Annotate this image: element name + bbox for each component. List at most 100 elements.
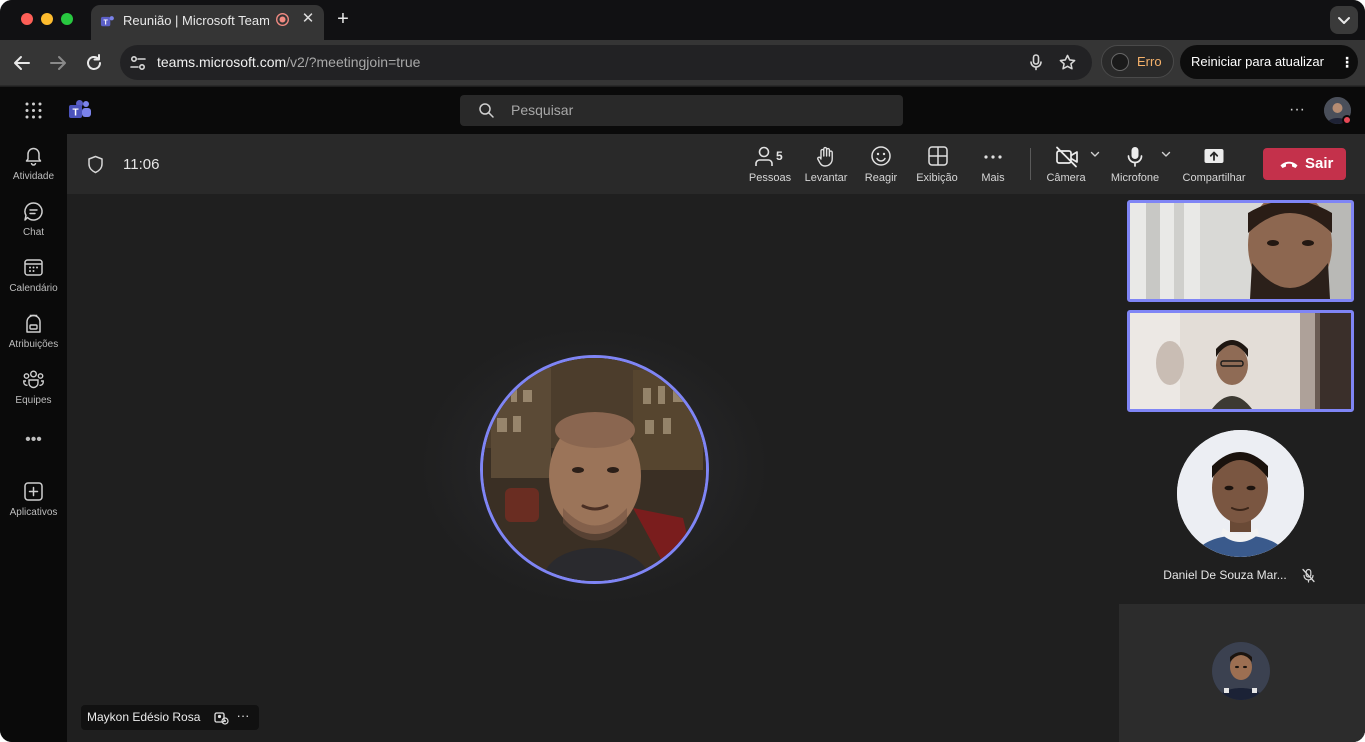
- camera-off-icon: [1056, 146, 1078, 168]
- tab-title: Reunião | Microsoft Teams: [123, 13, 269, 28]
- update-label: Reiniciar para atualizar: [1191, 54, 1324, 69]
- more-horizontal-icon: [984, 155, 1002, 159]
- rail-label: Equipes: [15, 395, 52, 406]
- rail-label: Aplicativos: [9, 507, 58, 518]
- rail-item-chat[interactable]: Chat: [0, 200, 67, 252]
- back-arrow-icon[interactable]: [11, 52, 33, 74]
- rail-item-apps[interactable]: Aplicativos: [0, 480, 67, 532]
- profile-avatar: [1111, 53, 1129, 71]
- site-settings-icon[interactable]: [128, 53, 148, 73]
- more-vertical-icon[interactable]: ⋮: [1340, 53, 1354, 71]
- speaker-name: Maykon Edésio Rosa: [87, 710, 201, 724]
- tool-label: Câmera: [1046, 172, 1086, 184]
- people-button[interactable]: 5 Pessoas: [747, 145, 793, 187]
- microphone-icon[interactable]: [1027, 53, 1045, 71]
- people-count-badge: 5: [776, 149, 783, 163]
- tab-close-icon[interactable]: ✕: [300, 11, 316, 27]
- participant-video-frame: [1130, 313, 1351, 409]
- calendar-icon: [24, 259, 43, 276]
- rail-label: Calendário: [9, 283, 58, 294]
- microphone-icon: [1127, 147, 1143, 167]
- view-button[interactable]: Exibição: [913, 145, 961, 187]
- app-rail: Atividade Chat Calendário Atribuições Eq…: [0, 134, 67, 742]
- participant-gallery: Daniel De Souza Mar...: [1119, 194, 1365, 742]
- profile-error-chip[interactable]: Erro: [1101, 45, 1174, 78]
- speaker-video-frame: [483, 358, 706, 581]
- layout-grid-icon: [928, 146, 948, 166]
- svg-text:T: T: [72, 108, 78, 119]
- chevron-down-icon: [1338, 17, 1350, 24]
- tool-label: Reagir: [864, 172, 898, 184]
- self-preview-tile[interactable]: [1119, 604, 1365, 742]
- url-text: teams.microsoft.com/v2/?meetingjoin=true: [157, 54, 420, 71]
- url-path: /v2/?meetingjoin=true: [286, 54, 421, 70]
- url-host: teams.microsoft.com: [157, 54, 287, 70]
- tool-label: Levantar: [804, 172, 848, 184]
- hang-up-icon: [1280, 161, 1298, 168]
- address-bar[interactable]: teams.microsoft.com/v2/?meetingjoin=true: [120, 45, 1092, 80]
- more-actions-button[interactable]: Mais: [978, 145, 1008, 187]
- tool-label: Exibição: [916, 172, 958, 184]
- recording-indicator-icon: [276, 13, 289, 26]
- participant-more-button[interactable]: ···: [235, 708, 251, 724]
- leave-button[interactable]: Sair: [1263, 148, 1346, 180]
- share-button[interactable]: Compartilhar: [1179, 145, 1249, 187]
- new-tab-button[interactable]: +: [333, 8, 353, 30]
- speaker-name-chip: Maykon Edésio Rosa ···: [81, 705, 259, 730]
- bookmark-star-icon[interactable]: [1058, 53, 1077, 72]
- browser-tab-active[interactable]: T Reunião | Microsoft Teams ✕: [91, 5, 324, 40]
- raise-hand-button[interactable]: Levantar: [802, 145, 850, 187]
- participant-avatar[interactable]: [1177, 430, 1304, 557]
- meeting-timer: 11:06: [123, 156, 160, 173]
- minimize-window-button[interactable]: [41, 13, 53, 25]
- active-speaker-video[interactable]: [480, 355, 709, 584]
- emoji-icon: [871, 146, 891, 166]
- teams-header: T Pesquisar ···: [0, 87, 1365, 134]
- participant-name: Daniel De Souza Mar...: [1163, 568, 1287, 582]
- rail-item-teams[interactable]: Equipes: [0, 368, 67, 420]
- shield-icon[interactable]: [87, 155, 104, 174]
- app-window: T Reunião | Microsoft Teams ✕ + teams.mi…: [0, 0, 1365, 742]
- camera-options-chevron-icon[interactable]: [1089, 148, 1101, 160]
- rail-label: Atribuições: [8, 339, 59, 350]
- svg-text:T: T: [103, 19, 108, 26]
- settings-more-button[interactable]: ···: [1287, 100, 1307, 120]
- search-placeholder: Pesquisar: [511, 102, 574, 118]
- more-apps-icon[interactable]: •••: [21, 432, 46, 448]
- rail-label: Atividade: [12, 171, 55, 182]
- reload-icon[interactable]: [83, 52, 105, 74]
- teams-logo-icon: T: [69, 100, 91, 119]
- backpack-icon: [26, 314, 41, 333]
- participant-video-tile[interactable]: [1127, 200, 1354, 302]
- rail-item-assignments[interactable]: Atribuições: [0, 312, 67, 364]
- react-button[interactable]: Reagir: [861, 145, 901, 187]
- raise-hand-icon: [817, 146, 833, 167]
- microphone-button[interactable]: Microfone: [1107, 145, 1163, 187]
- app-launcher-icon[interactable]: [25, 102, 42, 119]
- tool-label: Microfone: [1110, 172, 1160, 184]
- maximize-window-button[interactable]: [61, 13, 73, 25]
- tool-label: Compartilhar: [1182, 172, 1246, 184]
- microphone-options-chevron-icon[interactable]: [1160, 148, 1172, 160]
- search-input[interactable]: Pesquisar: [460, 95, 903, 126]
- teams-favicon-icon: T: [100, 16, 114, 26]
- teams-icon: [23, 370, 44, 389]
- share-screen-icon: [1204, 149, 1224, 163]
- restart-to-update-button[interactable]: Reiniciar para atualizar ⋮: [1180, 45, 1358, 79]
- rail-item-activity[interactable]: Atividade: [0, 144, 67, 196]
- bell-icon: [25, 147, 42, 166]
- participant-video-tile[interactable]: [1127, 310, 1354, 412]
- profile-status-label: Erro: [1137, 54, 1162, 69]
- presence-status-badge: [1342, 115, 1352, 125]
- toolbar-divider: [1030, 148, 1031, 180]
- forward-arrow-icon[interactable]: [47, 52, 69, 74]
- tab-search-button[interactable]: [1330, 6, 1358, 34]
- participant-video-frame: [1130, 203, 1351, 299]
- leave-label: Sair: [1305, 155, 1334, 172]
- tool-label: Mais: [981, 172, 1005, 184]
- close-window-button[interactable]: [21, 13, 33, 25]
- people-icon: [755, 146, 773, 166]
- rail-item-calendar[interactable]: Calendário: [0, 256, 67, 308]
- camera-button[interactable]: Câmera: [1044, 145, 1088, 187]
- browser-toolbar: teams.microsoft.com/v2/?meetingjoin=true…: [0, 40, 1365, 86]
